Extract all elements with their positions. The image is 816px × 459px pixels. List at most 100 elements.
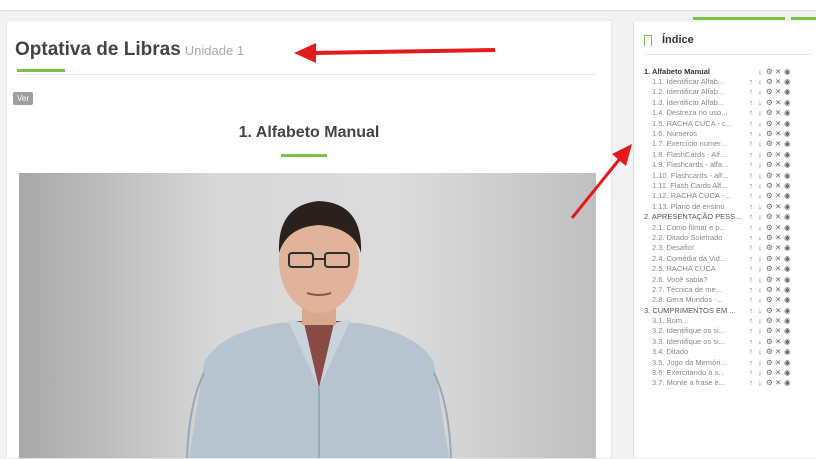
delete-icon[interactable]: ✕ bbox=[775, 202, 781, 211]
move-down-icon[interactable]: ↓ bbox=[757, 67, 763, 76]
index-item[interactable]: 1.13. Plano de ensino ↑ ↓ ⚙ ✕ ◉ bbox=[644, 201, 816, 211]
move-down-icon[interactable]: ↓ bbox=[757, 275, 763, 284]
move-up-icon[interactable]: ↑ bbox=[748, 347, 754, 356]
view-icon[interactable]: ◉ bbox=[784, 98, 791, 107]
move-down-icon[interactable]: ↓ bbox=[757, 243, 763, 252]
view-icon[interactable]: ◉ bbox=[784, 358, 791, 367]
view-icon[interactable]: ◉ bbox=[784, 233, 791, 242]
move-down-icon[interactable]: ↓ bbox=[757, 129, 763, 138]
move-up-icon[interactable]: ↑ bbox=[748, 306, 754, 315]
index-item[interactable]: 1.10. Flashcards - alf... ↑ ↓ ⚙ ✕ ◉ bbox=[644, 170, 816, 180]
settings-icon[interactable]: ⚙ bbox=[766, 191, 773, 200]
settings-icon[interactable]: ⚙ bbox=[766, 98, 773, 107]
move-up-icon[interactable]: ↑ bbox=[748, 326, 754, 335]
delete-icon[interactable]: ✕ bbox=[775, 295, 781, 304]
move-down-icon[interactable]: ↓ bbox=[757, 316, 763, 325]
move-up-icon[interactable]: ↑ bbox=[748, 129, 754, 138]
move-down-icon[interactable]: ↓ bbox=[757, 337, 763, 346]
delete-icon[interactable]: ✕ bbox=[775, 160, 781, 169]
view-icon[interactable]: ◉ bbox=[784, 139, 791, 148]
ver-button[interactable]: Ver bbox=[13, 92, 34, 105]
move-up-icon[interactable]: ↑ bbox=[748, 316, 754, 325]
move-down-icon[interactable]: ↓ bbox=[757, 233, 763, 242]
settings-icon[interactable]: ⚙ bbox=[766, 160, 773, 169]
settings-icon[interactable]: ⚙ bbox=[766, 129, 773, 138]
view-icon[interactable]: ◉ bbox=[784, 243, 791, 252]
video-player[interactable] bbox=[19, 173, 596, 458]
view-icon[interactable]: ◉ bbox=[784, 326, 791, 335]
index-item[interactable]: 1.7. Exercício numer... ↑ ↓ ⚙ ✕ ◉ bbox=[644, 139, 816, 149]
delete-icon[interactable]: ✕ bbox=[775, 358, 781, 367]
settings-icon[interactable]: ⚙ bbox=[766, 347, 773, 356]
index-item[interactable]: 3.1. Bom... ↑ ↓ ⚙ ✕ ◉ bbox=[644, 315, 816, 325]
settings-icon[interactable]: ⚙ bbox=[766, 316, 773, 325]
index-item[interactable]: 2.6. Você sabia? ↑ ↓ ⚙ ✕ ◉ bbox=[644, 274, 816, 284]
delete-icon[interactable]: ✕ bbox=[775, 139, 781, 148]
move-down-icon[interactable]: ↓ bbox=[757, 368, 763, 377]
index-item[interactable]: 3. CUMPRIMENTOS EM ... ↑ ↓ ⚙ ✕ ◉ bbox=[644, 305, 816, 315]
index-item[interactable]: 2.8. Gera Mundos -... ↑ ↓ ⚙ ✕ ◉ bbox=[644, 295, 816, 305]
tab-indicator-2[interactable] bbox=[791, 17, 816, 20]
move-down-icon[interactable]: ↓ bbox=[757, 223, 763, 232]
index-item[interactable]: 2.4. Comédia da Vid... ↑ ↓ ⚙ ✕ ◉ bbox=[644, 253, 816, 263]
view-icon[interactable]: ◉ bbox=[784, 264, 791, 273]
index-item[interactable]: 1.2. Identificar Alfab... ↑ ↓ ⚙ ✕ ◉ bbox=[644, 87, 816, 97]
move-down-icon[interactable]: ↓ bbox=[757, 191, 763, 200]
index-item[interactable]: 2.3. Desafio! ↑ ↓ ⚙ ✕ ◉ bbox=[644, 243, 816, 253]
delete-icon[interactable]: ✕ bbox=[775, 67, 781, 76]
move-down-icon[interactable]: ↓ bbox=[757, 306, 763, 315]
settings-icon[interactable]: ⚙ bbox=[766, 202, 773, 211]
move-up-icon[interactable]: ↑ bbox=[748, 139, 754, 148]
move-up-icon[interactable]: ↑ bbox=[748, 77, 754, 86]
move-down-icon[interactable]: ↓ bbox=[757, 254, 763, 263]
view-icon[interactable]: ◉ bbox=[784, 191, 791, 200]
move-down-icon[interactable]: ↓ bbox=[757, 160, 763, 169]
settings-icon[interactable]: ⚙ bbox=[766, 87, 773, 96]
settings-icon[interactable]: ⚙ bbox=[766, 139, 773, 148]
settings-icon[interactable]: ⚙ bbox=[766, 181, 773, 190]
settings-icon[interactable]: ⚙ bbox=[766, 108, 773, 117]
tab-indicator[interactable] bbox=[693, 17, 785, 20]
move-up-icon[interactable]: ↑ bbox=[748, 202, 754, 211]
delete-icon[interactable]: ✕ bbox=[775, 243, 781, 252]
settings-icon[interactable]: ⚙ bbox=[766, 378, 773, 387]
move-up-icon[interactable]: ↑ bbox=[748, 98, 754, 107]
move-down-icon[interactable]: ↓ bbox=[757, 212, 763, 221]
move-down-icon[interactable]: ↓ bbox=[757, 108, 763, 117]
delete-icon[interactable]: ✕ bbox=[775, 171, 781, 180]
delete-icon[interactable]: ✕ bbox=[775, 337, 781, 346]
view-icon[interactable]: ◉ bbox=[784, 87, 791, 96]
move-down-icon[interactable]: ↓ bbox=[757, 98, 763, 107]
view-icon[interactable]: ◉ bbox=[784, 347, 791, 356]
view-icon[interactable]: ◉ bbox=[784, 316, 791, 325]
delete-icon[interactable]: ✕ bbox=[775, 119, 781, 128]
delete-icon[interactable]: ✕ bbox=[775, 368, 781, 377]
settings-icon[interactable]: ⚙ bbox=[766, 337, 773, 346]
move-up-icon[interactable]: ↑ bbox=[748, 191, 754, 200]
move-down-icon[interactable]: ↓ bbox=[757, 202, 763, 211]
view-icon[interactable]: ◉ bbox=[784, 108, 791, 117]
settings-icon[interactable]: ⚙ bbox=[766, 368, 773, 377]
delete-icon[interactable]: ✕ bbox=[775, 129, 781, 138]
index-item[interactable]: 1.5. RACHA CUCA - c... ↑ ↓ ⚙ ✕ ◉ bbox=[644, 118, 816, 128]
move-down-icon[interactable]: ↓ bbox=[757, 181, 763, 190]
move-up-icon[interactable]: ↑ bbox=[748, 264, 754, 273]
move-up-icon[interactable]: ↑ bbox=[748, 108, 754, 117]
move-up-icon[interactable]: ↑ bbox=[748, 368, 754, 377]
move-down-icon[interactable]: ↓ bbox=[757, 378, 763, 387]
move-down-icon[interactable]: ↓ bbox=[757, 77, 763, 86]
view-icon[interactable]: ◉ bbox=[784, 129, 791, 138]
index-item[interactable]: 1.9. Flashcards - alfa... ↑ ↓ ⚙ ✕ ◉ bbox=[644, 160, 816, 170]
settings-icon[interactable]: ⚙ bbox=[766, 67, 773, 76]
index-item[interactable]: 1.12. RACHA CUCA -... ↑ ↓ ⚙ ✕ ◉ bbox=[644, 191, 816, 201]
move-down-icon[interactable]: ↓ bbox=[757, 295, 763, 304]
delete-icon[interactable]: ✕ bbox=[775, 191, 781, 200]
delete-icon[interactable]: ✕ bbox=[775, 254, 781, 263]
move-down-icon[interactable]: ↓ bbox=[757, 358, 763, 367]
view-icon[interactable]: ◉ bbox=[784, 306, 791, 315]
delete-icon[interactable]: ✕ bbox=[775, 275, 781, 284]
settings-icon[interactable]: ⚙ bbox=[766, 306, 773, 315]
delete-icon[interactable]: ✕ bbox=[775, 98, 781, 107]
index-item[interactable]: 1.1. Identificar Alfab... ↑ ↓ ⚙ ✕ ◉ bbox=[644, 76, 816, 86]
move-down-icon[interactable]: ↓ bbox=[757, 347, 763, 356]
